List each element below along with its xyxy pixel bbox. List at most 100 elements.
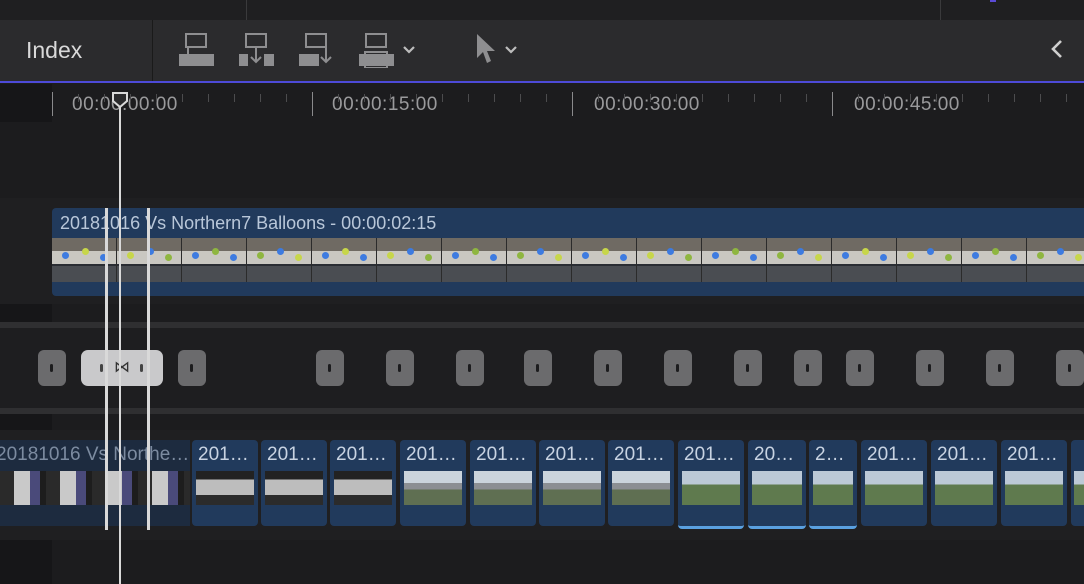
- ruler-major-tick: [312, 92, 313, 116]
- timecode-label: 00:00:15:00: [332, 94, 438, 115]
- index-button[interactable]: Index: [0, 20, 153, 81]
- clip-label: 201…: [267, 444, 318, 465]
- transition[interactable]: [38, 350, 66, 386]
- storyline-clips: 201… 201… 201… 201… 201… 201… 201… 201… …: [0, 440, 1084, 529]
- transition[interactable]: [916, 350, 944, 386]
- trim-handle-right[interactable]: [147, 208, 150, 530]
- divider: [940, 0, 941, 20]
- append-clip-button[interactable]: [298, 30, 336, 70]
- timeline-toolbar: Index: [0, 20, 1084, 83]
- timecode-label: 00:00:45:00: [854, 94, 960, 115]
- clip-thumbnail: [543, 471, 601, 505]
- ruler-major-tick: [832, 92, 833, 116]
- clip-thumbnail: [265, 471, 323, 505]
- transition[interactable]: [594, 350, 622, 386]
- ruler-tick: [156, 94, 157, 102]
- transition[interactable]: [1056, 350, 1084, 386]
- ruler-tick: [754, 94, 755, 102]
- collapse-button[interactable]: [1050, 38, 1064, 65]
- trim-handle-left[interactable]: [105, 208, 108, 530]
- ruler-tick: [858, 94, 859, 102]
- ruler-tick: [78, 94, 79, 102]
- filmstrip-frame: [897, 238, 962, 282]
- clip-label: 201…: [545, 444, 596, 465]
- arrow-pointer-icon: [474, 32, 498, 68]
- ruler-tick: [338, 94, 339, 102]
- clip-label: 201…: [198, 444, 249, 465]
- timeline-clip[interactable]: 201…: [539, 440, 605, 526]
- ruler-tick: [260, 94, 261, 102]
- append-clip-icon: [298, 32, 336, 68]
- timeline-clip[interactable]: 201…: [931, 440, 997, 526]
- insert-clip-button[interactable]: [238, 30, 276, 70]
- clip-label: 201…: [614, 444, 665, 465]
- ruler-tick: [624, 94, 625, 102]
- transition[interactable]: [178, 350, 206, 386]
- clip-thumbnail: [813, 471, 853, 505]
- timeline-clip[interactable]: 201…: [261, 440, 327, 526]
- transition-pip: [100, 364, 103, 372]
- timeline-clip[interactable]: 201…: [608, 440, 674, 526]
- chevron-down-icon[interactable]: [402, 45, 416, 55]
- ruler-tick: [520, 94, 521, 102]
- ruler-tick: [416, 94, 417, 102]
- index-label: Index: [26, 37, 83, 63]
- filmstrip-frame: [637, 238, 702, 282]
- transition[interactable]: [734, 350, 762, 386]
- playhead-marker-icon[interactable]: [111, 92, 129, 109]
- playhead[interactable]: [119, 92, 121, 584]
- timeline-clip[interactable]: 2…: [809, 440, 857, 529]
- transition[interactable]: [986, 350, 1014, 386]
- select-tool-button[interactable]: [474, 30, 518, 70]
- timeline-clip[interactable]: 201…: [678, 440, 744, 529]
- filmstrip-frame: [182, 238, 247, 282]
- timeline-clip[interactable]: 201…: [400, 440, 466, 526]
- clip-filmstrip: [52, 238, 1084, 282]
- clip-thumbnail: [935, 471, 993, 505]
- transition[interactable]: [846, 350, 874, 386]
- clip-thumbnail: [612, 471, 670, 505]
- ruler-tick: [806, 94, 807, 102]
- filmstrip-frame: [832, 238, 897, 282]
- timecode-ruler[interactable]: 00:00:00:00 00:00:15:00 00:00:30:00 00:0…: [52, 84, 1084, 122]
- ruler-tick: [390, 94, 391, 102]
- transition[interactable]: [386, 350, 414, 386]
- clip-label: 201…: [937, 444, 988, 465]
- ruler-tick: [546, 94, 547, 102]
- timeline-clip[interactable]: 20…: [748, 440, 806, 529]
- transition[interactable]: [524, 350, 552, 386]
- ruler-tick: [364, 94, 365, 102]
- timeline-clip[interactable]: 201…: [470, 440, 536, 526]
- timeline-clip[interactable]: 201…: [192, 440, 258, 526]
- transition[interactable]: [794, 350, 822, 386]
- transition-selected[interactable]: ⋈: [81, 350, 163, 386]
- ruler-tick: [728, 94, 729, 102]
- clip-label: 201…: [406, 444, 457, 465]
- chevron-down-icon[interactable]: [504, 45, 518, 55]
- ruler-tick: [1014, 94, 1015, 102]
- timeline-clip[interactable]: 201…: [861, 440, 927, 526]
- connect-clip-icon: [178, 32, 216, 68]
- ruler-tick: [702, 94, 703, 102]
- connect-clip-button[interactable]: [178, 30, 216, 70]
- filmstrip-frame: [962, 238, 1027, 282]
- clip-thumbnail: [474, 471, 532, 505]
- timeline-clip[interactable]: 201…: [330, 440, 396, 526]
- clip-thumbnail: [682, 471, 740, 505]
- connected-clip[interactable]: 20181016 Vs Northern7 Balloons - 00:00:0…: [52, 208, 1084, 296]
- accent-mark: [990, 0, 996, 2]
- transition[interactable]: [456, 350, 484, 386]
- transition[interactable]: [316, 350, 344, 386]
- divider: [246, 0, 247, 20]
- filmstrip-frame: [247, 238, 312, 282]
- ruler-tick: [494, 94, 495, 102]
- transition[interactable]: [664, 350, 692, 386]
- insert-clip-icon: [238, 32, 276, 68]
- overwrite-clip-button[interactable]: [358, 30, 416, 70]
- timeline-clip[interactable]: 201…: [1001, 440, 1067, 526]
- ruler-tick: [598, 94, 599, 102]
- filmstrip-frame: [1027, 238, 1084, 282]
- ruler-major-tick: [52, 92, 53, 116]
- clip-thumbnail: [752, 471, 802, 505]
- timeline-clip[interactable]: [1071, 440, 1084, 526]
